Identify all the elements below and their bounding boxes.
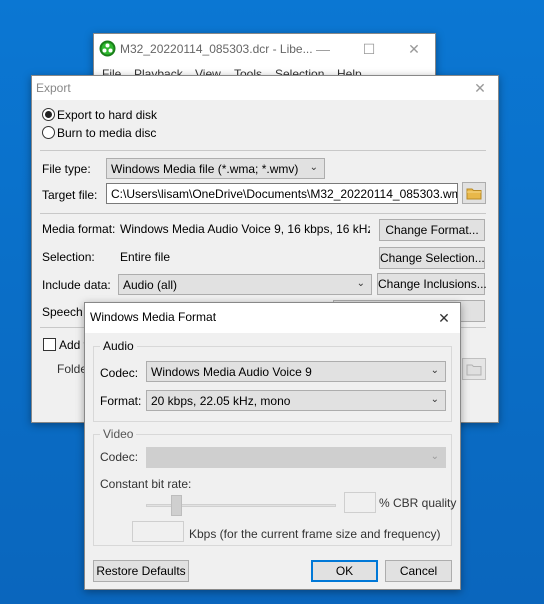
minimize-icon[interactable]: — <box>300 34 346 64</box>
change-format-button[interactable]: Change Format... <box>379 219 485 241</box>
wmf-title: Windows Media Format <box>90 310 217 324</box>
video-group-title: Video <box>100 427 137 441</box>
audio-codec-label: Codec: <box>100 366 139 380</box>
wmf-titlebar: Windows Media Format ✕ <box>85 303 460 333</box>
folder-label: Folde <box>57 362 88 376</box>
separator <box>40 150 486 151</box>
cbr-quality-input[interactable] <box>344 492 376 513</box>
audio-codec-select[interactable]: Windows Media Audio Voice 9 ⌄ <box>146 361 446 382</box>
kbps-input[interactable] <box>132 521 184 542</box>
audio-group: Audio Codec: Windows Media Audio Voice 9… <box>93 339 452 422</box>
browse-folder-button[interactable] <box>462 182 486 204</box>
separator <box>40 213 486 214</box>
main-window-title: M32_20220114_085303.dcr - Libe... <box>120 42 313 56</box>
wmf-close-icon[interactable]: ✕ <box>427 303 461 333</box>
kbps-label: Kbps (for the current frame size and fre… <box>189 527 441 541</box>
include-data-select[interactable]: Audio (all) ⌄ <box>118 274 372 295</box>
change-selection-button[interactable]: Change Selection... <box>379 247 485 269</box>
export-title: Export <box>36 81 71 95</box>
video-group: Video Codec: ⌄ Constant bit rate: % CBR … <box>93 427 456 546</box>
audio-group-title: Audio <box>100 339 137 353</box>
media-format-label: Media format: <box>42 222 116 236</box>
export-hard-disk-radio[interactable] <box>42 108 55 121</box>
target-file-input[interactable]: C:\Users\lisam\OneDrive\Documents\M32_20… <box>106 183 458 204</box>
browse-folder-button-2[interactable] <box>462 358 486 380</box>
audio-format-label: Format: <box>100 394 142 408</box>
export-close-icon[interactable]: ✕ <box>462 76 498 100</box>
chevron-down-icon: ⌄ <box>430 451 439 462</box>
audio-format-value: 20 kbps, 22.05 kHz, mono <box>151 394 291 408</box>
main-titlebar: M32_20220114_085303.dcr - Libe... — ☐ ✕ <box>94 34 435 64</box>
windows-media-format-dialog: Windows Media Format ✕ Audio Codec: Wind… <box>84 302 461 590</box>
close-icon[interactable]: ✕ <box>391 34 437 64</box>
file-type-select[interactable]: Windows Media file (*.wma; *.wmv) ⌄ <box>106 158 325 179</box>
app-logo-icon <box>99 40 116 60</box>
maximize-icon[interactable]: ☐ <box>346 34 392 64</box>
export-titlebar: Export ✕ <box>32 76 498 100</box>
cbr-quality-label: % CBR quality <box>379 496 457 510</box>
cbr-label: Constant bit rate: <box>100 477 192 491</box>
include-data-value: Audio (all) <box>123 278 178 292</box>
cancel-button[interactable]: Cancel <box>385 560 452 582</box>
chevron-down-icon: ⌄ <box>309 162 318 173</box>
target-file-label: Target file: <box>42 188 98 202</box>
folder-icon <box>466 188 482 199</box>
burn-media-disc-radio[interactable] <box>42 126 55 139</box>
include-data-label: Include data: <box>42 278 111 292</box>
ok-button[interactable]: OK <box>311 560 378 582</box>
folder-icon <box>466 364 482 375</box>
file-type-value: Windows Media file (*.wma; *.wmv) <box>111 162 299 176</box>
selection-label: Selection: <box>42 250 95 264</box>
cbr-slider-thumb[interactable] <box>171 495 182 516</box>
chevron-down-icon: ⌄ <box>356 278 365 289</box>
chevron-down-icon: ⌄ <box>430 394 439 405</box>
file-type-label: File type: <box>42 162 91 176</box>
change-inclusions-button[interactable]: Change Inclusions... <box>377 273 487 295</box>
burn-media-disc-label[interactable]: Burn to media disc <box>57 126 156 140</box>
export-hard-disk-label[interactable]: Export to hard disk <box>57 108 157 122</box>
restore-defaults-button[interactable]: Restore Defaults <box>93 560 189 582</box>
media-format-value: Windows Media Audio Voice 9, 16 kbps, 16… <box>120 222 370 236</box>
video-codec-select[interactable]: ⌄ <box>146 447 446 468</box>
audio-codec-value: Windows Media Audio Voice 9 <box>151 365 312 379</box>
target-file-value: C:\Users\lisam\OneDrive\Documents\M32_20… <box>111 187 458 201</box>
video-codec-label: Codec: <box>100 450 139 464</box>
audio-format-select[interactable]: 20 kbps, 22.05 kHz, mono ⌄ <box>146 390 446 411</box>
chevron-down-icon: ⌄ <box>430 365 439 376</box>
add-label: Add f <box>59 338 88 352</box>
selection-value: Entire file <box>120 250 171 264</box>
add-checkbox[interactable] <box>43 338 56 351</box>
